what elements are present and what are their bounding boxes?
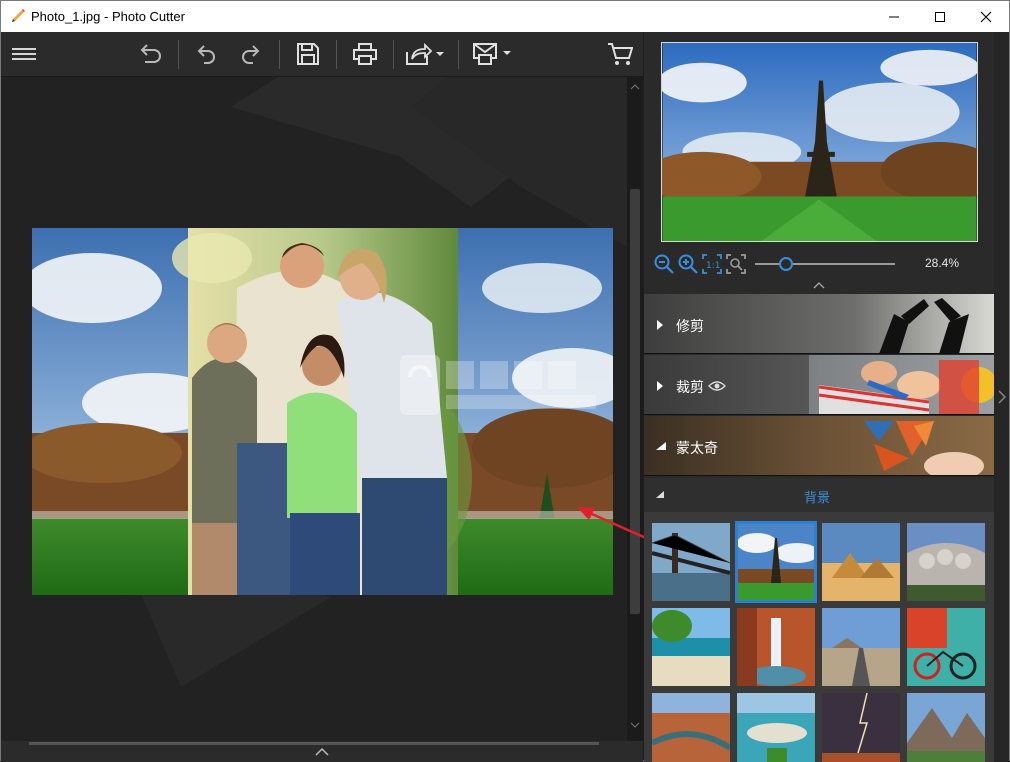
minimize-icon [889,16,899,17]
vertical-scrollbar[interactable] [627,77,643,741]
undo-icon [197,45,215,64]
undo-all-icon [140,44,161,63]
scrollbar-thumb[interactable] [630,189,640,614]
section-crop-image [809,355,994,414]
watermark-logo [400,355,596,415]
send-icon [473,43,511,65]
thumbnail-lightning-desert[interactable] [822,693,900,762]
redo-button[interactable] [236,38,266,70]
maximize-icon [935,11,945,22]
toolbar-separator [178,40,179,69]
section-montage[interactable]: 蒙太奇 [644,416,994,476]
background-thumbnails [644,512,994,762]
save-icon [297,43,319,65]
zoom-value: 28.4% [925,256,960,270]
scroll-up-icon [630,84,640,90]
thumbnail-bicycle-wall[interactable] [907,608,985,686]
expand-arrow-icon [657,381,663,391]
share-button[interactable] [404,38,446,70]
thumbnail-waterfall[interactable] [737,608,815,686]
cart-icon [608,43,633,65]
section-trim-image [879,298,969,353]
title-bar: Photo_1.jpg - Photo Cutter [1,1,1009,32]
scroll-down-icon [630,722,640,728]
zoom-out-icon[interactable] [653,253,675,275]
print-button[interactable] [349,38,381,70]
menu-button[interactable] [9,38,39,70]
svg-text:1:1: 1:1 [706,261,720,271]
app-window: Photo_1.jpg - Photo Cutter 1:1 28.4% 修剪 … [0,0,1010,762]
close-icon [980,11,992,22]
thumbnail-beach[interactable] [652,608,730,686]
print-icon [353,43,377,65]
expand-bottom-icon[interactable] [313,746,331,758]
collapse-arrow-icon [656,442,666,450]
toolbar-separator [279,40,280,69]
send-button[interactable] [471,38,513,70]
collapse-preview-icon[interactable] [811,280,827,290]
section-label: 裁剪 [676,380,704,396]
zoom-slider[interactable] [755,257,895,271]
collapse-arrow-icon [656,491,664,498]
actual-size-icon[interactable]: 1:1 [701,253,723,275]
cart-button[interactable] [605,38,635,70]
thumbnail-mount-rushmore[interactable] [907,523,985,601]
section-crop[interactable]: 裁剪 [644,355,994,415]
redo-icon [242,45,260,64]
toolbar-separator [393,40,394,69]
section-montage-image [864,421,984,475]
save-button[interactable] [293,38,323,70]
thumbnail-island-resort[interactable] [737,693,815,762]
fit-icon[interactable] [725,253,747,275]
thumbnail-desert-road[interactable] [822,608,900,686]
toolbar-separator [458,40,459,69]
menu-icon [12,48,36,60]
panel-collapse-strip[interactable] [994,32,1009,762]
thumbnail-canyon[interactable] [652,693,730,762]
main-toolbar [1,32,643,77]
thumbnail-pyramids[interactable] [822,523,900,601]
zoom-in-icon[interactable] [677,253,699,275]
background-label: 背景 [804,491,831,506]
close-button[interactable] [963,1,1009,32]
horizontal-scrollbar[interactable] [29,742,599,745]
zoom-slider-thumb[interactable] [778,257,793,271]
section-label: 蒙太奇 [676,441,718,457]
undo-all-button[interactable] [135,38,165,70]
expand-arrow-icon [657,320,663,330]
share-icon [406,42,444,65]
toolbar-separator [336,40,337,69]
section-trim[interactable]: 修剪 [644,294,994,354]
thumbnail-mountain-valley[interactable] [907,693,985,762]
background-subheader[interactable]: 背景 [644,478,994,512]
chevron-right-icon [998,390,1006,404]
undo-button[interactable] [191,38,221,70]
window-title: Photo_1.jpg - Photo Cutter [31,9,185,24]
thumbnail-bridge[interactable] [652,523,730,601]
thumbnail-eiffel-tower[interactable] [735,521,817,603]
minimize-button[interactable] [871,1,917,32]
app-logo-icon [12,9,25,22]
preview-image [661,42,978,242]
maximize-button[interactable] [917,1,963,32]
section-label: 修剪 [676,319,704,335]
eye-icon[interactable] [708,379,726,393]
